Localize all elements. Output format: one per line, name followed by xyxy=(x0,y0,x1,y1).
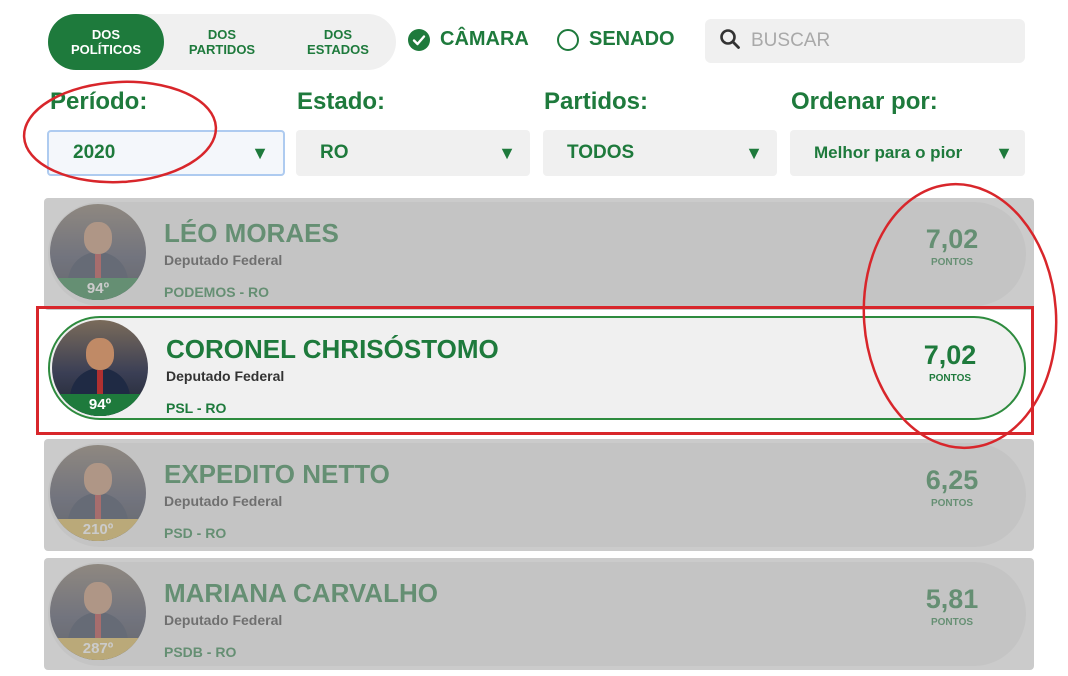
score: 7,02 PONTOS xyxy=(912,224,992,268)
avatar: 94º xyxy=(50,204,146,300)
tab-estados[interactable]: DOS ESTADOS xyxy=(280,14,396,70)
politician-party: PODEMOS - RO xyxy=(164,284,270,300)
politician-party: PSDB - RO xyxy=(164,644,237,660)
politician-name: LÉO MORAES xyxy=(164,218,339,248)
caret-down-icon: ▼ xyxy=(251,142,269,163)
rank-badge: 94º xyxy=(52,394,148,416)
politician-role: Deputado Federal xyxy=(164,252,283,268)
tab-politicos[interactable]: DOS POLÍTICOS xyxy=(48,14,164,70)
ordenar-select[interactable]: Melhor para o pior ▼ xyxy=(790,130,1025,176)
estado-value: RO xyxy=(320,142,349,163)
rank-badge: 287º xyxy=(50,638,146,660)
partidos-label: Partidos: xyxy=(544,88,649,115)
politician-name: CORONEL CHRISÓSTOMO xyxy=(166,334,499,364)
partidos-value: TODOS xyxy=(567,142,635,163)
periodo-label: Período: xyxy=(50,88,148,115)
avatar: 210º xyxy=(50,445,146,541)
camara-radio[interactable]: CÂMARA xyxy=(408,28,529,51)
avatar: 94º xyxy=(52,320,148,416)
periodo-select[interactable]: 2020 ▼ xyxy=(47,130,285,176)
ordenar-value: Melhor para o pior xyxy=(814,143,963,162)
score-value: 6,25 xyxy=(925,465,979,495)
score-value: 7,02 xyxy=(923,340,977,370)
periodo-value: 2020 xyxy=(73,142,116,163)
senado-radio[interactable]: SENADO xyxy=(557,28,675,51)
politician-card[interactable]: 94º CORONEL CHRISÓSTOMO Deputado Federal… xyxy=(48,316,1026,420)
rank-badge: 94º xyxy=(50,278,146,300)
rank-badge: 210º xyxy=(50,519,146,541)
politician-name: MARIANA CARVALHO xyxy=(164,578,438,608)
empty-circle-icon xyxy=(557,28,579,51)
partidos-select[interactable]: TODOS ▼ xyxy=(543,130,777,176)
score: 5,81 PONTOS xyxy=(912,584,992,628)
score-unit: PONTOS xyxy=(930,617,974,628)
ordenar-label: Ordenar por: xyxy=(791,88,938,115)
politician-role: Deputado Federal xyxy=(164,612,283,628)
politician-role: Deputado Federal xyxy=(164,493,283,509)
politician-party: PSL - RO xyxy=(166,400,227,416)
senado-label: SENADO xyxy=(589,28,675,50)
avatar: 287º xyxy=(50,564,146,660)
estado-select[interactable]: RO ▼ xyxy=(296,130,530,176)
check-circle-icon xyxy=(408,28,430,51)
view-tabs: DOS POLÍTICOS DOS PARTIDOS DOS ESTADOS xyxy=(48,14,396,70)
score-value: 7,02 xyxy=(925,224,979,254)
politician-party: PSD - RO xyxy=(164,525,227,541)
politician-card[interactable]: 287º MARIANA CARVALHO Deputado Federal P… xyxy=(44,558,1034,670)
caret-down-icon: ▼ xyxy=(745,142,763,163)
score-value: 5,81 xyxy=(925,584,979,614)
search-icon xyxy=(719,28,741,55)
politician-role: Deputado Federal xyxy=(166,368,285,384)
score-unit: PONTOS xyxy=(928,373,972,384)
estado-label: Estado: xyxy=(297,88,386,115)
search-input[interactable] xyxy=(751,30,1011,52)
caret-down-icon: ▼ xyxy=(498,142,516,163)
tab-partidos[interactable]: DOS PARTIDOS xyxy=(164,14,280,70)
politician-card[interactable]: 210º EXPEDITO NETTO Deputado Federal PSD… xyxy=(44,439,1034,551)
score-unit: PONTOS xyxy=(930,498,974,509)
score-unit: PONTOS xyxy=(930,257,974,268)
score: 7,02 PONTOS xyxy=(910,340,990,384)
politician-card[interactable]: 94º LÉO MORAES Deputado Federal PODEMOS … xyxy=(44,198,1034,310)
score: 6,25 PONTOS xyxy=(912,465,992,509)
search-box xyxy=(705,19,1025,63)
caret-down-icon: ▼ xyxy=(995,142,1013,163)
camara-label: CÂMARA xyxy=(440,28,529,50)
politician-name: EXPEDITO NETTO xyxy=(164,459,390,489)
